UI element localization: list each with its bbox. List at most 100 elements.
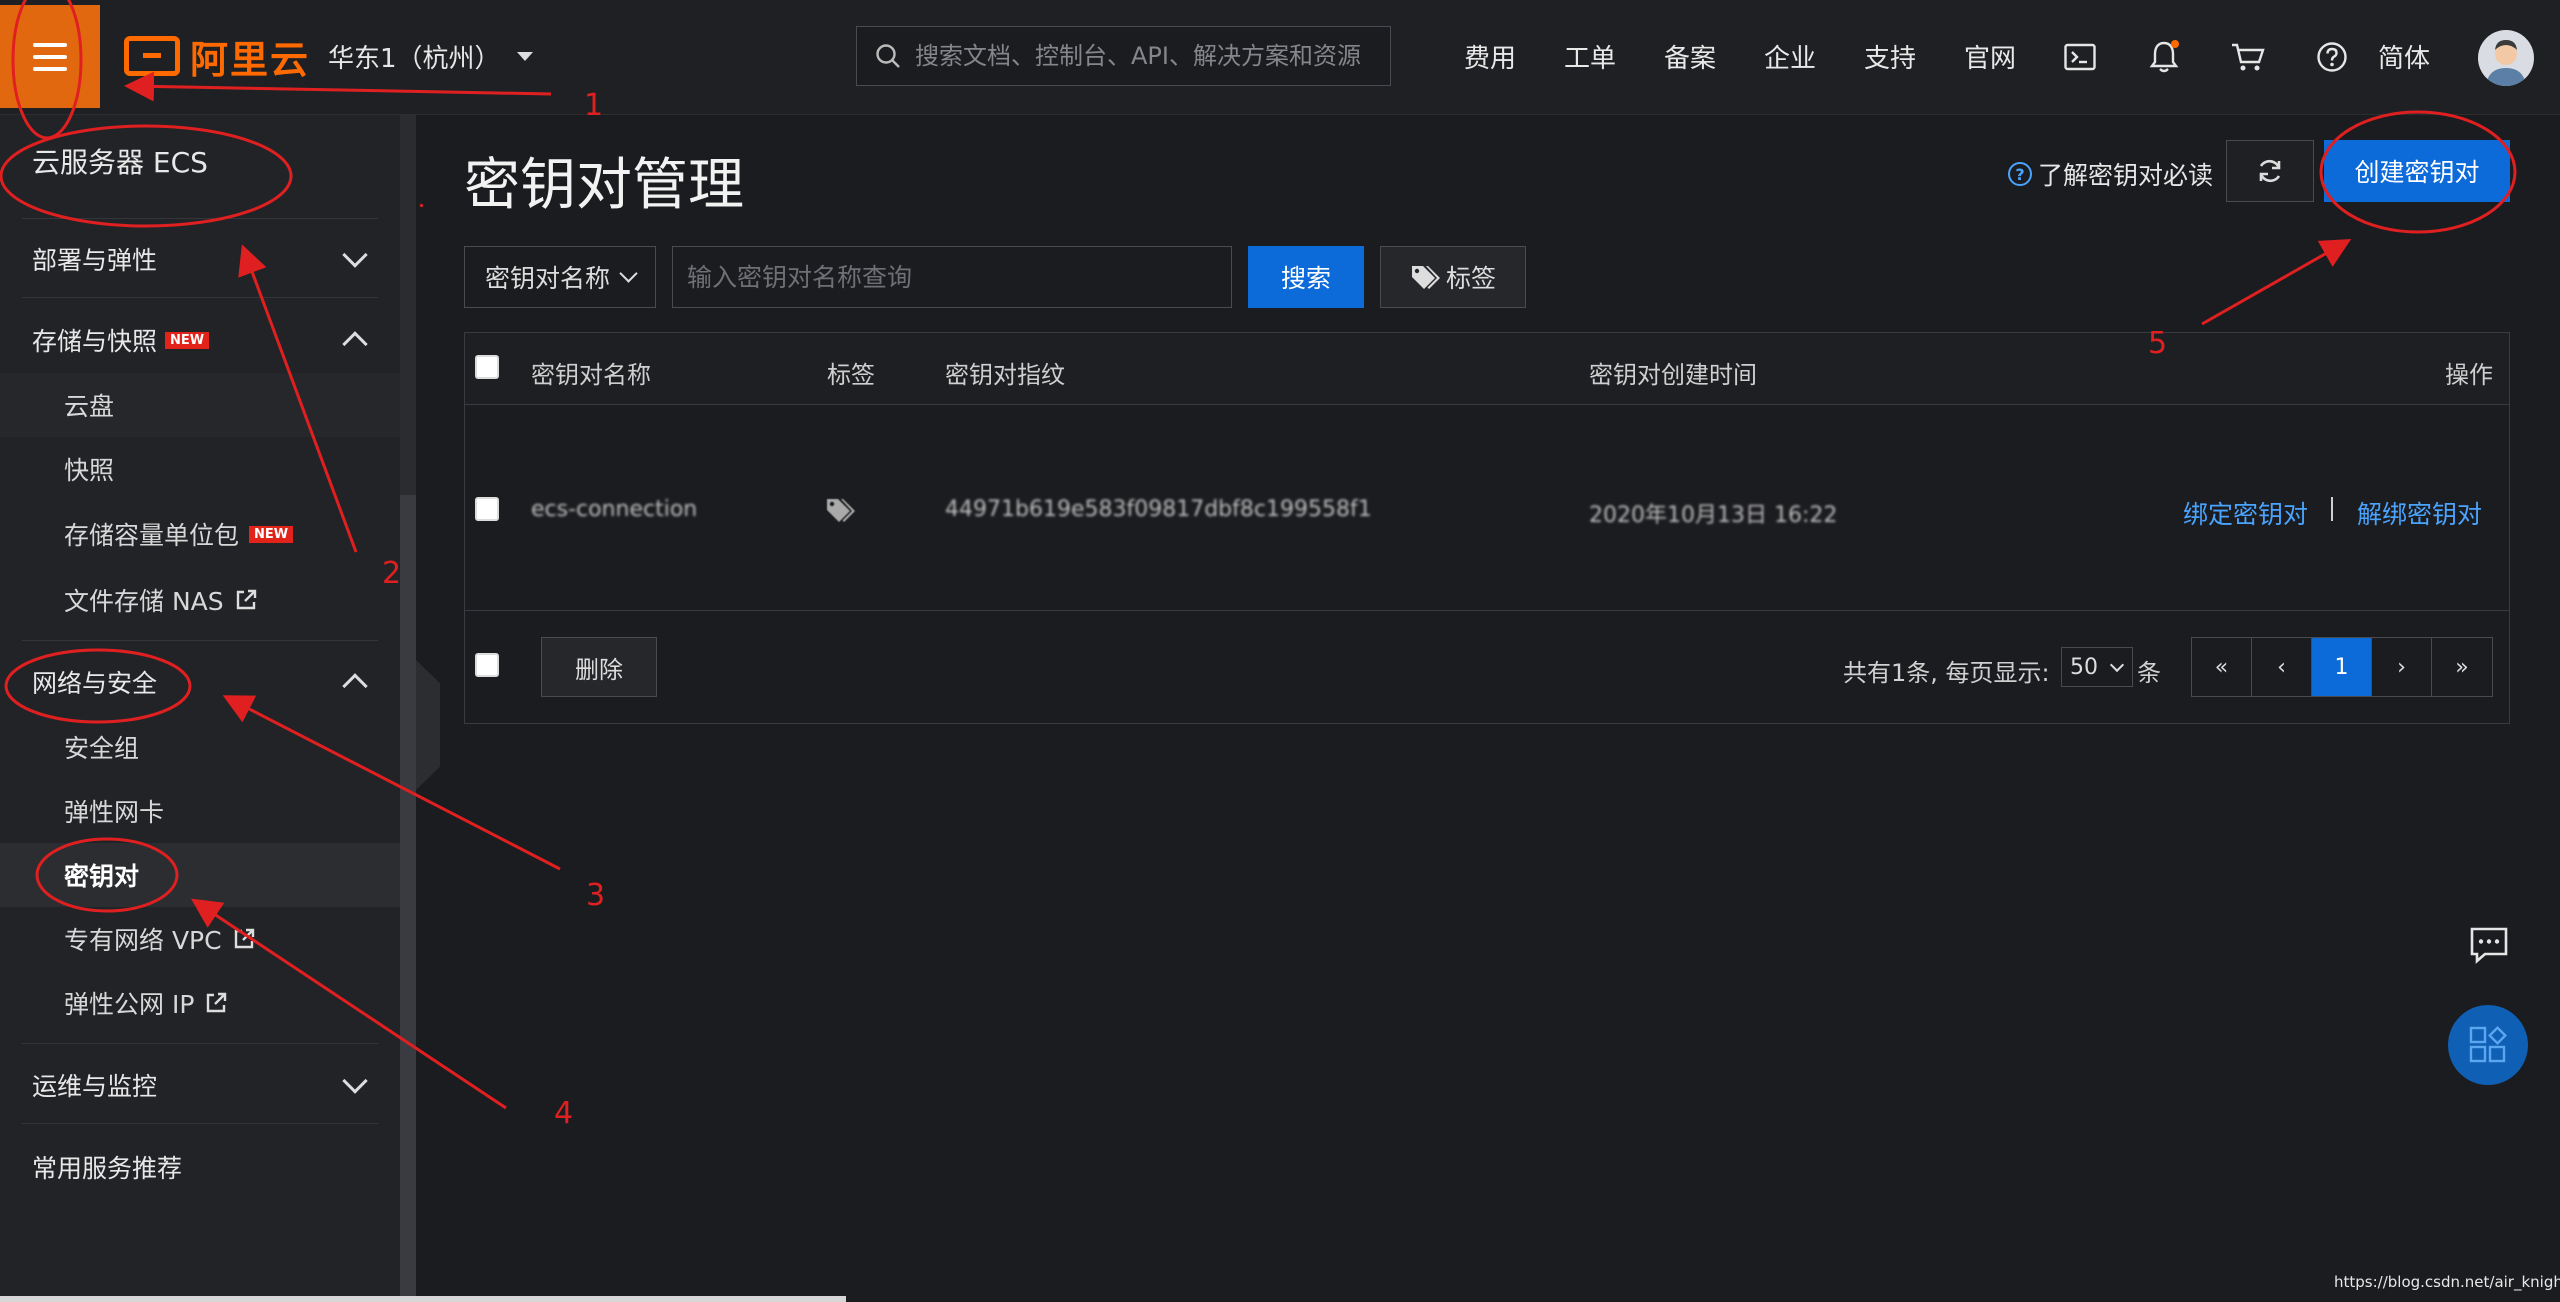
language-switch[interactable]: 简体 xyxy=(2378,38,2430,75)
sidebar-item-security-group[interactable]: 安全组 xyxy=(0,715,400,779)
column-header-created[interactable]: 密钥对创建时间 xyxy=(1589,355,1757,390)
row-checkbox[interactable] xyxy=(475,497,499,521)
pager-prev[interactable]: ‹ xyxy=(2252,638,2312,696)
sidebar-item-storage-capacity[interactable]: 存储容量单位包 NEW xyxy=(0,502,400,566)
sidebar-item-snapshot[interactable]: 快照 xyxy=(0,437,400,501)
table-row: ecs-connection 44971b619e583f09817dbf8c1… xyxy=(465,405,2509,611)
apps-grid-icon xyxy=(2469,1026,2507,1063)
key-pair-name[interactable]: ecs-connection xyxy=(531,497,697,522)
region-selector[interactable]: 华东1（杭州） xyxy=(328,38,533,75)
annotation-number: 3 xyxy=(586,878,606,913)
top-nav: 费用 工单 备案 企业 支持 官网 xyxy=(1440,38,2040,75)
divider xyxy=(22,1123,378,1124)
nav-fees[interactable]: 费用 xyxy=(1440,38,1540,75)
page-size-select[interactable]: 50 xyxy=(2061,647,2133,687)
help-link[interactable]: ? 了解密钥对必读 xyxy=(2008,156,2213,192)
sidebar-group-recommended[interactable]: 常用服务推荐 xyxy=(32,1143,378,1191)
bell-icon[interactable] xyxy=(2122,33,2206,81)
footer-select-all-checkbox[interactable] xyxy=(475,653,499,677)
sidebar-item-key-pair[interactable]: 密钥对 xyxy=(0,843,400,907)
sidebar-group-deploy[interactable]: 部署与弹性 xyxy=(32,235,378,283)
sidebar-group-network-security[interactable]: 网络与安全 xyxy=(32,658,378,706)
bind-key-pair-link[interactable]: 绑定密钥对 xyxy=(2183,495,2308,531)
annotation-number: 5 xyxy=(2148,326,2168,361)
sidebar-group-ops[interactable]: 运维与监控 xyxy=(32,1061,378,1109)
page-size-unit: 条 xyxy=(2137,659,2161,687)
sidebar-group-storage[interactable]: 存储与快照 NEW xyxy=(32,316,378,364)
delete-button[interactable]: 删除 xyxy=(541,637,657,697)
create-key-pair-button[interactable]: 创建密钥对 xyxy=(2324,140,2510,202)
new-badge: NEW xyxy=(165,331,210,349)
tag-filter-button[interactable]: 标签 xyxy=(1380,246,1526,308)
annotation-number: 4 xyxy=(554,1096,574,1131)
nav-tickets[interactable]: 工单 xyxy=(1540,38,1640,75)
external-link-icon xyxy=(234,928,254,949)
sidebar-group-title: 存储与快照 NEW xyxy=(32,322,210,358)
new-badge: NEW xyxy=(249,525,294,543)
sidebar-item-vpc[interactable]: 专有网络 VPC xyxy=(0,907,400,971)
refresh-icon xyxy=(2259,159,2281,183)
chevron-down-icon xyxy=(619,263,638,283)
region-label: 华东1（杭州） xyxy=(328,44,501,74)
table-header: 密钥对名称 标签 密钥对指纹 密钥对创建时间 操作 xyxy=(465,333,2509,405)
pager-first[interactable]: « xyxy=(2192,638,2252,696)
chevron-down-icon xyxy=(342,242,368,268)
sidebar-item-label: 密钥对 xyxy=(64,862,140,891)
filter-field-select[interactable]: 密钥对名称 xyxy=(464,246,656,308)
sidebar-collapse-handle[interactable] xyxy=(416,660,440,790)
sidebar-item-eni[interactable]: 弹性网卡 xyxy=(0,779,400,843)
bottom-strip xyxy=(0,1296,846,1302)
chevron-down-icon xyxy=(342,1068,368,1094)
refresh-button[interactable] xyxy=(2226,140,2314,202)
tag-icon xyxy=(1411,266,1440,289)
terminal-icon[interactable] xyxy=(2038,33,2122,81)
sidebar-item-label: 专有网络 VPC xyxy=(64,926,222,955)
help-icon[interactable] xyxy=(2290,33,2374,81)
watermark: https://blog.csdn.net/air_knight xyxy=(2334,1273,2560,1291)
page-title: 密钥对管理 xyxy=(464,153,744,218)
nav-icp[interactable]: 备案 xyxy=(1640,38,1740,75)
pager-page-1[interactable]: 1 xyxy=(2312,638,2372,696)
divider xyxy=(22,1043,378,1044)
top-icon-group xyxy=(2038,33,2374,81)
unbind-key-pair-link[interactable]: 解绑密钥对 xyxy=(2357,495,2482,531)
aliyun-logo-icon xyxy=(124,36,180,76)
apps-grid-button[interactable] xyxy=(2448,1005,2528,1085)
column-header-name[interactable]: 密钥对名称 xyxy=(531,355,651,390)
global-search xyxy=(856,26,1391,86)
key-pair-table: 密钥对名称 标签 密钥对指纹 密钥对创建时间 操作 ecs-connection… xyxy=(464,332,2510,724)
cart-icon[interactable] xyxy=(2206,33,2290,81)
sidebar-item-label: 弹性公网 IP xyxy=(64,990,195,1019)
pager-last[interactable]: » xyxy=(2432,638,2492,696)
sidebar-item-label: 快照 xyxy=(64,456,115,485)
menu-button[interactable] xyxy=(0,5,100,108)
divider xyxy=(22,640,378,641)
sidebar-scrollbar-thumb[interactable] xyxy=(400,495,416,1302)
logo-text: 阿里云 xyxy=(190,37,311,82)
tag-icon[interactable] xyxy=(825,497,857,523)
search-button[interactable]: 搜索 xyxy=(1248,246,1364,308)
sidebar-item-eip[interactable]: 弹性公网 IP xyxy=(0,971,400,1035)
feedback-chat-icon[interactable] xyxy=(2464,920,2514,970)
table-footer: 删除 共有1条, 每页显示: 50 条 « ‹ 1 › » xyxy=(465,611,2509,723)
search-input[interactable] xyxy=(915,42,1375,70)
nav-official-site[interactable]: 官网 xyxy=(1940,38,2040,75)
key-pair-name-input[interactable] xyxy=(672,246,1232,308)
divider xyxy=(22,297,378,298)
nav-support[interactable]: 支持 xyxy=(1840,38,1940,75)
sidebar-group-label: 部署与弹性 xyxy=(32,246,158,275)
annotation-number: 2 xyxy=(382,556,402,591)
sidebar-group-label: 网络与安全 xyxy=(32,669,158,698)
sidebar-item-cloud-disk[interactable]: 云盘 xyxy=(0,373,400,437)
select-all-checkbox[interactable] xyxy=(475,355,499,379)
sidebar-item-label: 安全组 xyxy=(64,734,140,763)
pager-next[interactable]: › xyxy=(2372,638,2432,696)
avatar[interactable] xyxy=(2478,30,2534,86)
sidebar-group-label: 运维与监控 xyxy=(32,1072,158,1101)
link-separator xyxy=(2331,497,2333,521)
nav-enterprise[interactable]: 企业 xyxy=(1740,38,1840,75)
sidebar-group-label: 存储与快照 xyxy=(32,327,158,356)
column-header-fingerprint: 密钥对指纹 xyxy=(945,361,1065,389)
sidebar-item-nas[interactable]: 文件存储 NAS xyxy=(0,568,400,632)
aliyun-logo[interactable]: 阿里云 xyxy=(124,30,310,82)
